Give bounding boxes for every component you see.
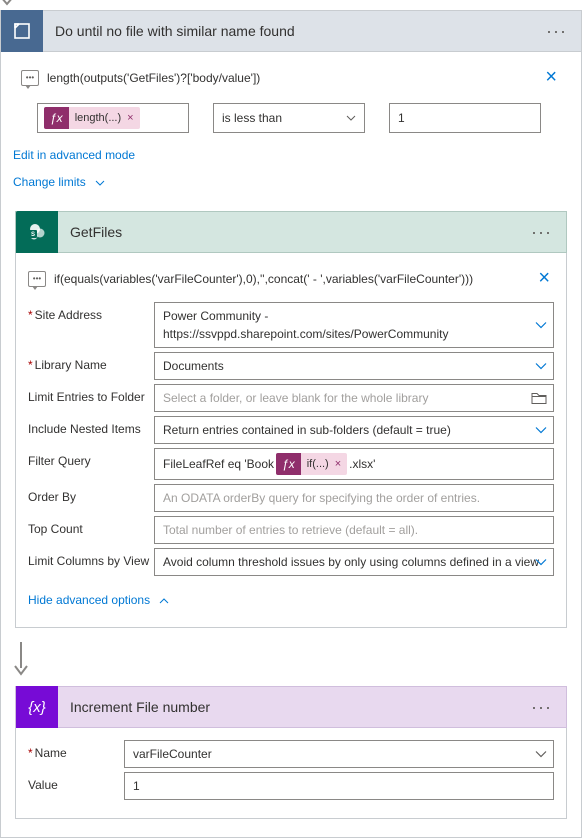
getfiles-body: ••• if(equals(variables('varFileCounter'…	[15, 253, 567, 628]
increment-card: {x} Increment File number ··· Name varFi…	[15, 686, 567, 819]
change-limits-link[interactable]: Change limits	[13, 175, 105, 189]
chevron-down-icon	[95, 180, 105, 186]
chevron-down-icon[interactable]	[535, 751, 547, 758]
inc-name-label: Name	[28, 740, 124, 760]
getfiles-menu[interactable]: ···	[527, 222, 556, 243]
limit-folder-field[interactable]: Select a folder, or leave blank for the …	[154, 384, 554, 412]
sharepoint-icon: S	[16, 211, 58, 253]
do-until-header[interactable]: Do until no file with similar name found…	[0, 10, 582, 52]
limit-folder-label: Limit Entries to Folder	[28, 384, 154, 404]
do-until-title: Do until no file with similar name found	[43, 23, 542, 39]
getfiles-title: GetFiles	[58, 224, 527, 240]
nested-label: Include Nested Items	[28, 416, 154, 436]
svg-text:{x}: {x}	[28, 699, 46, 716]
fx-icon: ƒx	[276, 453, 301, 475]
nested-field[interactable]: Return entries contained in sub-folders …	[154, 416, 554, 444]
condition-left[interactable]: ƒx length(...) ×	[37, 103, 189, 133]
folder-icon[interactable]	[531, 392, 547, 405]
increment-body: Name varFileCounter Value 1	[15, 728, 567, 819]
if-token[interactable]: ƒx if(...) ×	[276, 453, 347, 475]
site-address-field[interactable]: Power Community - https://ssvppd.sharepo…	[154, 302, 554, 348]
chevron-down-icon	[346, 115, 356, 121]
increment-menu[interactable]: ···	[527, 697, 556, 718]
condition-expression-bar: ••• length(outputs('GetFiles')?['body/va…	[13, 60, 569, 95]
hide-advanced-link[interactable]: Hide advanced options	[28, 593, 169, 607]
length-token[interactable]: ƒx length(...) ×	[44, 107, 140, 129]
token-remove[interactable]: ×	[127, 112, 139, 124]
increment-title: Increment File number	[58, 699, 527, 715]
svg-text:S: S	[31, 232, 35, 238]
chevron-down-icon[interactable]	[535, 559, 547, 566]
getfiles-expression: if(equals(variables('varFileCounter'),0)…	[54, 272, 534, 286]
order-by-label: Order By	[28, 484, 154, 504]
expression-icon: •••	[28, 271, 46, 287]
limit-columns-label: Limit Columns by View	[28, 548, 154, 568]
do-until-menu[interactable]: ···	[542, 21, 571, 42]
fx-icon: ƒx	[44, 107, 69, 129]
expression-icon: •••	[21, 70, 39, 86]
site-address-label: Site Address	[28, 302, 154, 322]
limit-columns-field[interactable]: Avoid column threshold issues by only us…	[154, 548, 554, 576]
chevron-down-icon[interactable]	[535, 427, 547, 434]
inc-name-field[interactable]: varFileCounter	[124, 740, 554, 768]
condition-operator[interactable]: is less than	[213, 103, 365, 133]
library-name-field[interactable]: Documents	[154, 352, 554, 380]
top-count-label: Top Count	[28, 516, 154, 536]
order-by-field[interactable]: An ODATA orderBy query for specifying th…	[154, 484, 554, 512]
condition-right[interactable]: 1	[389, 103, 541, 133]
variable-icon: {x}	[16, 686, 58, 728]
top-count-field[interactable]: Total number of entries to retrieve (def…	[154, 516, 554, 544]
inc-value-field[interactable]: 1	[124, 772, 554, 800]
condition-clear[interactable]: ×	[541, 66, 561, 89]
chevron-down-icon[interactable]	[535, 363, 547, 370]
do-until-icon	[1, 10, 43, 52]
library-name-label: Library Name	[28, 352, 154, 372]
getfiles-expression-bar: ••• if(equals(variables('varFileCounter'…	[28, 259, 554, 298]
getfiles-expr-clear[interactable]: ×	[534, 267, 554, 290]
increment-header[interactable]: {x} Increment File number ···	[15, 686, 567, 728]
filter-query-label: Filter Query	[28, 448, 154, 468]
getfiles-card: S GetFiles ··· ••• if(equals(variables('…	[15, 211, 567, 628]
flow-arrow	[13, 628, 569, 686]
token-remove[interactable]: ×	[335, 458, 347, 470]
chevron-up-icon	[159, 598, 169, 604]
inc-value-label: Value	[28, 772, 124, 792]
condition-row: ƒx length(...) × is less than 1	[13, 95, 569, 141]
edit-advanced-link[interactable]: Edit in advanced mode	[13, 148, 135, 162]
filter-query-field[interactable]: FileLeafRef eq 'Book ƒx if(...) × .xlsx'	[154, 448, 554, 480]
chevron-down-icon[interactable]	[535, 322, 547, 329]
flow-arrow-in	[0, 0, 582, 10]
getfiles-header[interactable]: S GetFiles ···	[15, 211, 567, 253]
do-until-body: ••• length(outputs('GetFiles')?['body/va…	[0, 52, 582, 838]
condition-expression: length(outputs('GetFiles')?['body/value'…	[47, 71, 541, 85]
